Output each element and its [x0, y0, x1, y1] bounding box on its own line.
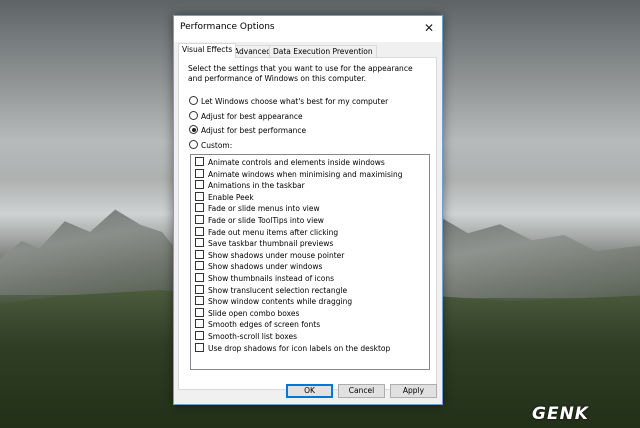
effect-checkbox[interactable]: [195, 307, 204, 317]
effect-item[interactable]: Save taskbar thumbnail previews: [195, 238, 333, 249]
effect-item[interactable]: Fade or slide menus into view: [195, 203, 320, 214]
effect-checkbox[interactable]: [195, 284, 204, 294]
effect-label: Show shadows under mouse pointer: [208, 250, 345, 260]
effect-item[interactable]: Show translucent selection rectangle: [195, 284, 348, 296]
effect-checkbox[interactable]: [195, 319, 204, 329]
radio-best-performance[interactable]: Adjust for best performance: [189, 125, 306, 136]
effect-checkbox[interactable]: [195, 261, 204, 271]
radio-label: Adjust for best performance: [201, 126, 307, 135]
effect-checkbox[interactable]: [195, 331, 204, 340]
effect-item[interactable]: Animate controls and elements inside win…: [195, 157, 385, 168]
radio-button[interactable]: [189, 140, 198, 149]
effect-item[interactable]: Show window contents while dragging: [195, 296, 352, 307]
dialog-title: Performance Options: [180, 22, 275, 32]
effect-item[interactable]: Show thumbnails instead of icons: [195, 273, 334, 284]
visual-effects-list[interactable]: Animate controls and elements inside win…: [190, 154, 430, 370]
close-icon[interactable]: ✕: [416, 16, 442, 40]
effect-checkbox[interactable]: [195, 191, 204, 201]
radio-custom[interactable]: Custom:: [189, 140, 232, 151]
effect-checkbox[interactable]: [195, 215, 204, 224]
effect-label: Show translucent selection rectangle: [208, 285, 348, 295]
watermark-logo: GENK: [532, 404, 589, 424]
effect-label: Fade or slide ToolTips into view: [208, 216, 324, 225]
effect-checkbox[interactable]: [195, 203, 204, 213]
title-bar[interactable]: Performance Options ✕: [174, 16, 442, 42]
effect-label: Use drop shadows for icon labels on the …: [208, 343, 391, 353]
effect-checkbox[interactable]: [195, 226, 204, 236]
effect-label: Show window contents while dragging: [208, 297, 353, 307]
radio-label: Adjust for best appearance: [201, 112, 303, 121]
radio-let-windows-choose[interactable]: Let Windows choose what's best for my co…: [189, 96, 388, 107]
radio-best-appearance[interactable]: Adjust for best appearance: [189, 111, 303, 122]
radio-button[interactable]: [189, 96, 198, 105]
effect-label: Animate controls and elements inside win…: [208, 158, 385, 167]
performance-options-dialog: Performance Options ✕ Visual Effects Adv…: [173, 15, 443, 405]
effect-item[interactable]: Animations in the taskbar: [195, 180, 305, 191]
effect-checkbox[interactable]: [195, 342, 204, 352]
description-text: Select the settings that you want to use…: [188, 64, 413, 83]
radio-button-selected[interactable]: [189, 125, 198, 134]
effect-label: Fade or slide menus into view: [208, 204, 320, 214]
effect-item[interactable]: Enable Peek: [195, 191, 254, 203]
effect-checkbox[interactable]: [195, 157, 204, 166]
effect-item[interactable]: Use drop shadows for icon labels on the …: [195, 342, 391, 354]
effect-label: Fade out menu items after clicking: [208, 227, 339, 237]
effect-label: Animations in the taskbar: [208, 181, 305, 191]
effect-label: Enable Peek: [208, 192, 254, 202]
effect-label: Smooth-scroll list boxes: [208, 332, 297, 341]
effect-item[interactable]: Slide open combo boxes: [195, 307, 300, 319]
effect-item[interactable]: Show shadows under windows: [195, 261, 322, 272]
effect-checkbox[interactable]: [195, 273, 204, 282]
effect-label: Show thumbnails instead of icons: [208, 274, 335, 283]
radio-button[interactable]: [189, 111, 198, 120]
radio-label: Custom:: [201, 141, 233, 150]
effect-label: Smooth edges of screen fonts: [208, 320, 321, 330]
effect-checkbox[interactable]: [195, 180, 204, 190]
visual-effects-panel: Select the settings that you want to use…: [178, 57, 437, 390]
effect-checkbox[interactable]: [195, 238, 204, 248]
effect-item[interactable]: Animate windows when minimising and maxi…: [195, 168, 403, 180]
tab-visual-effects[interactable]: Visual Effects: [178, 43, 237, 58]
effect-item[interactable]: Smooth-scroll list boxes: [195, 331, 297, 342]
radio-label: Let Windows choose what's best for my co…: [201, 97, 389, 106]
effect-checkbox[interactable]: [195, 168, 204, 178]
effect-item[interactable]: Smooth edges of screen fonts: [195, 319, 320, 330]
effect-checkbox[interactable]: [195, 296, 204, 306]
apply-button[interactable]: Apply: [390, 384, 437, 398]
tab-data-execution-prevention[interactable]: Data Execution Prevention: [269, 45, 377, 57]
effect-label: Animate windows when minimising and maxi…: [208, 169, 403, 179]
effect-label: Save taskbar thumbnail previews: [208, 239, 334, 249]
effect-label: Slide open combo boxes: [208, 308, 300, 318]
effect-item[interactable]: Show shadows under mouse pointer: [195, 249, 345, 261]
effect-checkbox[interactable]: [195, 249, 204, 259]
effect-item[interactable]: Fade or slide ToolTips into view: [195, 215, 324, 226]
cancel-button[interactable]: Cancel: [338, 384, 385, 398]
effect-item[interactable]: Fade out menu items after clicking: [195, 226, 339, 238]
ok-button[interactable]: OK: [286, 384, 333, 398]
effect-label: Show shadows under windows: [208, 262, 323, 272]
